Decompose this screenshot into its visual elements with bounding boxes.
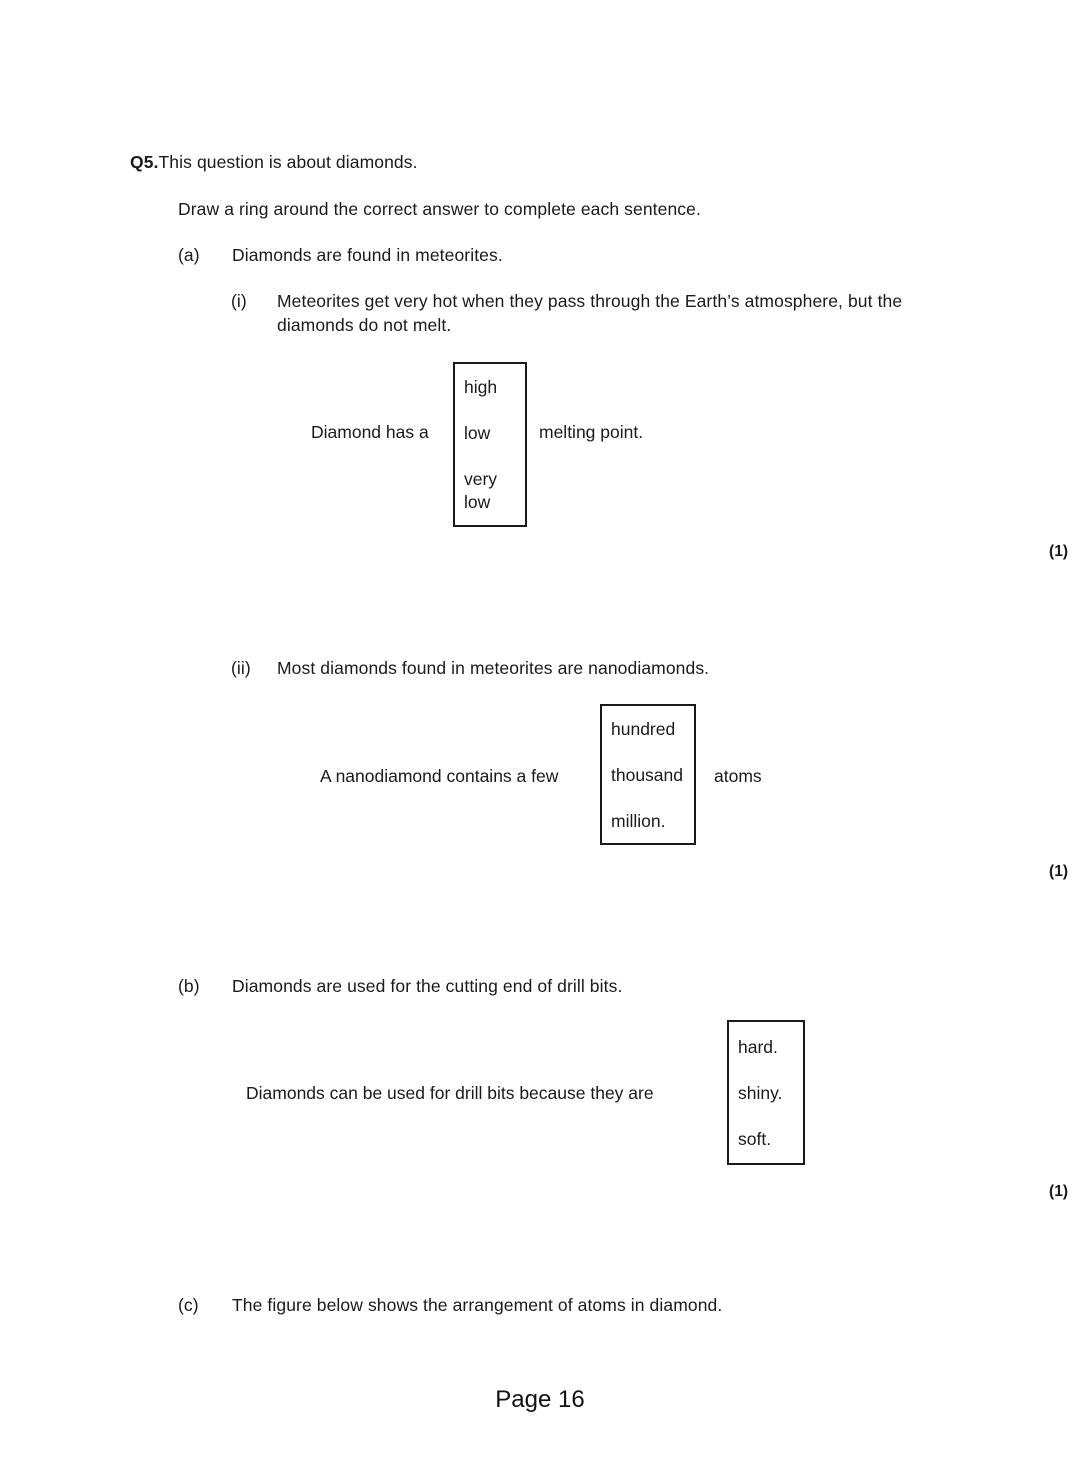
option-hard[interactable]: hard.	[738, 1036, 778, 1059]
option-high[interactable]: high	[464, 376, 497, 399]
part-a-i-label: (i)	[231, 291, 247, 311]
part-a-ii-text: Most diamonds found in meteorites are na…	[277, 658, 710, 678]
part-a-label: (a)	[178, 245, 200, 265]
option-shiny[interactable]: shiny.	[738, 1082, 782, 1105]
mark-allocation-b: (1)	[1049, 1183, 1068, 1200]
question-stem: This question is about diamonds.	[158, 152, 418, 172]
option-low[interactable]: low	[464, 422, 490, 445]
answer-options-box-atom-count[interactable]: hundred thousand million.	[600, 704, 696, 845]
page-footer: Page 16	[495, 1386, 585, 1413]
sentence-2-before: A nanodiamond contains a few	[320, 766, 559, 786]
exam-page: Q5.This question is about diamonds. Draw…	[0, 0, 1080, 1475]
part-b-text: Diamonds are used for the cutting end of…	[232, 976, 623, 996]
mark-allocation-a-i: (1)	[1049, 543, 1068, 560]
option-hundred[interactable]: hundred	[611, 718, 675, 741]
mark-allocation-a-ii: (1)	[1049, 863, 1068, 880]
sentence-3-before: Diamonds can be used for drill bits beca…	[246, 1083, 654, 1103]
answer-options-box-property[interactable]: hard. shiny. soft.	[727, 1020, 805, 1165]
sentence-1-before: Diamond has a	[311, 422, 429, 442]
part-a-text: Diamonds are found in meteorites.	[232, 245, 503, 265]
question-header: Q5.This question is about diamonds.	[130, 150, 418, 174]
option-soft[interactable]: soft.	[738, 1128, 771, 1151]
part-b-label: (b)	[178, 976, 200, 996]
sentence-2-after: atoms	[714, 766, 762, 786]
answer-options-box-melting-point[interactable]: high low very low	[453, 362, 527, 527]
option-thousand[interactable]: thousand	[611, 764, 683, 787]
part-c-label: (c)	[178, 1295, 199, 1315]
sentence-1-after: melting point.	[539, 422, 644, 442]
part-a-ii-label: (ii)	[231, 658, 251, 678]
option-very-low[interactable]: very low	[464, 468, 520, 514]
part-c-text: The figure below shows the arrangement o…	[232, 1295, 723, 1315]
question-number: Q5.	[130, 152, 159, 172]
part-a-i-text: Meteorites get very hot when they pass t…	[277, 291, 903, 335]
question-instruction: Draw a ring around the correct answer to…	[178, 199, 701, 219]
option-million[interactable]: million.	[611, 810, 665, 833]
